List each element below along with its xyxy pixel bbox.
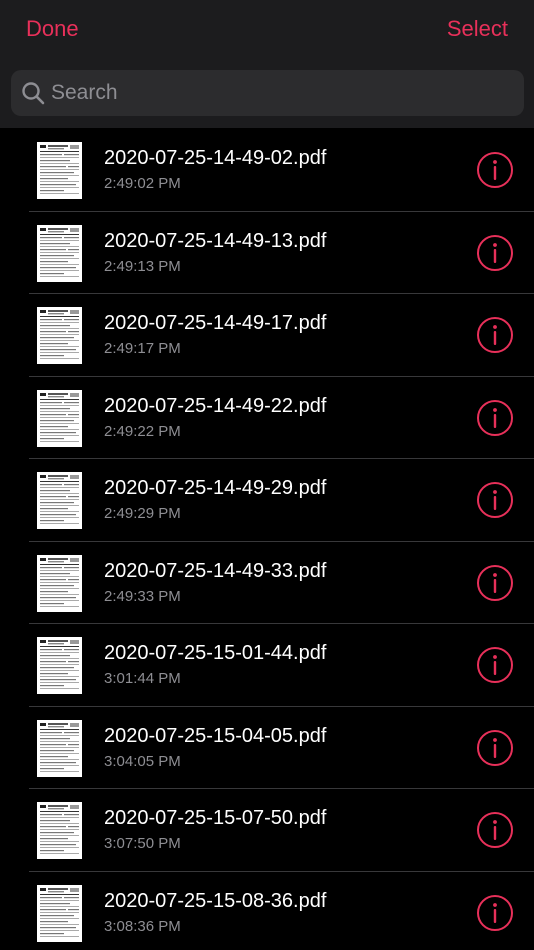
info-icon — [477, 812, 513, 848]
file-time: 2:49:13 PM — [104, 257, 181, 275]
document-icon — [37, 389, 82, 447]
info-icon — [477, 729, 513, 766]
pdf-thumbnail — [37, 142, 82, 199]
search-bar[interactable] — [11, 70, 524, 116]
file-time: 2:49:22 PM — [104, 422, 181, 440]
document-icon — [37, 637, 82, 694]
file-time: 3:04:05 PM — [104, 752, 181, 770]
pdf-thumbnail — [37, 802, 82, 859]
info-icon — [477, 564, 513, 601]
info-button[interactable] — [476, 151, 514, 189]
info-button[interactable] — [476, 894, 514, 932]
search-input[interactable] — [51, 70, 524, 116]
info-button[interactable] — [476, 564, 514, 602]
done-button[interactable]: Done — [26, 14, 79, 44]
search-bar-container — [0, 58, 534, 128]
info-button[interactable] — [476, 646, 514, 684]
pdf-thumbnail — [37, 389, 82, 447]
pdf-thumbnail — [37, 472, 82, 529]
file-name: 2020-07-25-14-49-02.pdf — [104, 147, 327, 169]
file-time: 2:49:33 PM — [104, 587, 181, 605]
info-icon — [477, 152, 513, 188]
file-time: 2:49:02 PM — [104, 175, 181, 192]
file-name: 2020-07-25-14-49-29.pdf — [104, 477, 327, 499]
file-name: 2020-07-25-14-49-33.pdf — [104, 559, 327, 582]
info-button[interactable] — [476, 729, 514, 767]
file-time: 3:07:50 PM — [104, 835, 181, 852]
file-row[interactable]: 2020-07-25-14-49-02.pdf 2:49:02 PM — [0, 129, 534, 212]
file-name: 2020-07-25-14-49-17.pdf — [104, 312, 327, 334]
info-button[interactable] — [476, 811, 514, 849]
pdf-thumbnail — [37, 719, 82, 777]
pdf-thumbnail — [37, 307, 82, 364]
search-icon — [22, 82, 45, 105]
file-row[interactable]: 2020-07-25-14-49-13.pdf 2:49:13 PM — [0, 212, 534, 295]
file-name: 2020-07-25-15-01-44.pdf — [104, 642, 327, 664]
file-row[interactable]: 2020-07-25-15-01-44.pdf 3:01:44 PM — [0, 624, 534, 707]
file-row[interactable]: 2020-07-25-15-07-50.pdf 3:07:50 PM — [0, 789, 534, 872]
file-row[interactable]: 2020-07-25-14-49-17.pdf 2:49:17 PM — [0, 294, 534, 377]
document-icon — [37, 224, 82, 282]
file-row[interactable]: 2020-07-25-15-04-05.pdf 3:04:05 PM — [0, 707, 534, 790]
file-row[interactable]: 2020-07-25-15-08-36.pdf 3:08:36 PM — [0, 872, 534, 950]
info-icon — [477, 647, 513, 683]
file-row[interactable]: 2020-07-25-14-49-22.pdf 2:49:22 PM — [0, 377, 534, 460]
pdf-thumbnail — [37, 224, 82, 282]
select-button[interactable]: Select — [447, 14, 508, 44]
info-button[interactable] — [476, 234, 514, 272]
info-icon — [477, 234, 513, 271]
file-row[interactable]: 2020-07-25-14-49-29.pdf 2:49:29 PM — [0, 459, 534, 542]
file-row[interactable]: 2020-07-25-14-49-33.pdf 2:49:33 PM — [0, 542, 534, 625]
file-time: 2:49:17 PM — [104, 340, 181, 357]
file-name: 2020-07-25-14-49-13.pdf — [104, 229, 327, 252]
file-name: 2020-07-25-15-08-36.pdf — [104, 889, 327, 912]
info-button[interactable] — [476, 481, 514, 519]
pdf-thumbnail — [37, 637, 82, 694]
file-time: 2:49:29 PM — [104, 505, 181, 522]
info-icon — [477, 894, 513, 931]
file-list: 2020-07-25-14-49-02.pdf 2:49:02 PM 2020-… — [0, 129, 534, 950]
info-button[interactable] — [476, 399, 514, 437]
file-time: 3:01:44 PM — [104, 670, 181, 687]
info-icon — [477, 317, 513, 353]
pdf-thumbnail — [37, 554, 82, 612]
pdf-thumbnail — [37, 884, 82, 942]
navigation-bar: Done Select — [0, 0, 534, 58]
info-icon — [477, 482, 513, 518]
document-icon — [37, 142, 82, 199]
document-icon — [37, 554, 82, 612]
document-icon — [37, 472, 82, 529]
document-icon — [37, 719, 82, 777]
file-name: 2020-07-25-15-04-05.pdf — [104, 724, 327, 747]
document-icon — [37, 307, 82, 364]
file-name: 2020-07-25-15-07-50.pdf — [104, 807, 327, 829]
info-button[interactable] — [476, 316, 514, 354]
info-icon — [477, 399, 513, 436]
file-name: 2020-07-25-14-49-22.pdf — [104, 394, 327, 417]
file-time: 3:08:36 PM — [104, 917, 181, 935]
document-icon — [37, 884, 82, 942]
document-icon — [37, 802, 82, 859]
